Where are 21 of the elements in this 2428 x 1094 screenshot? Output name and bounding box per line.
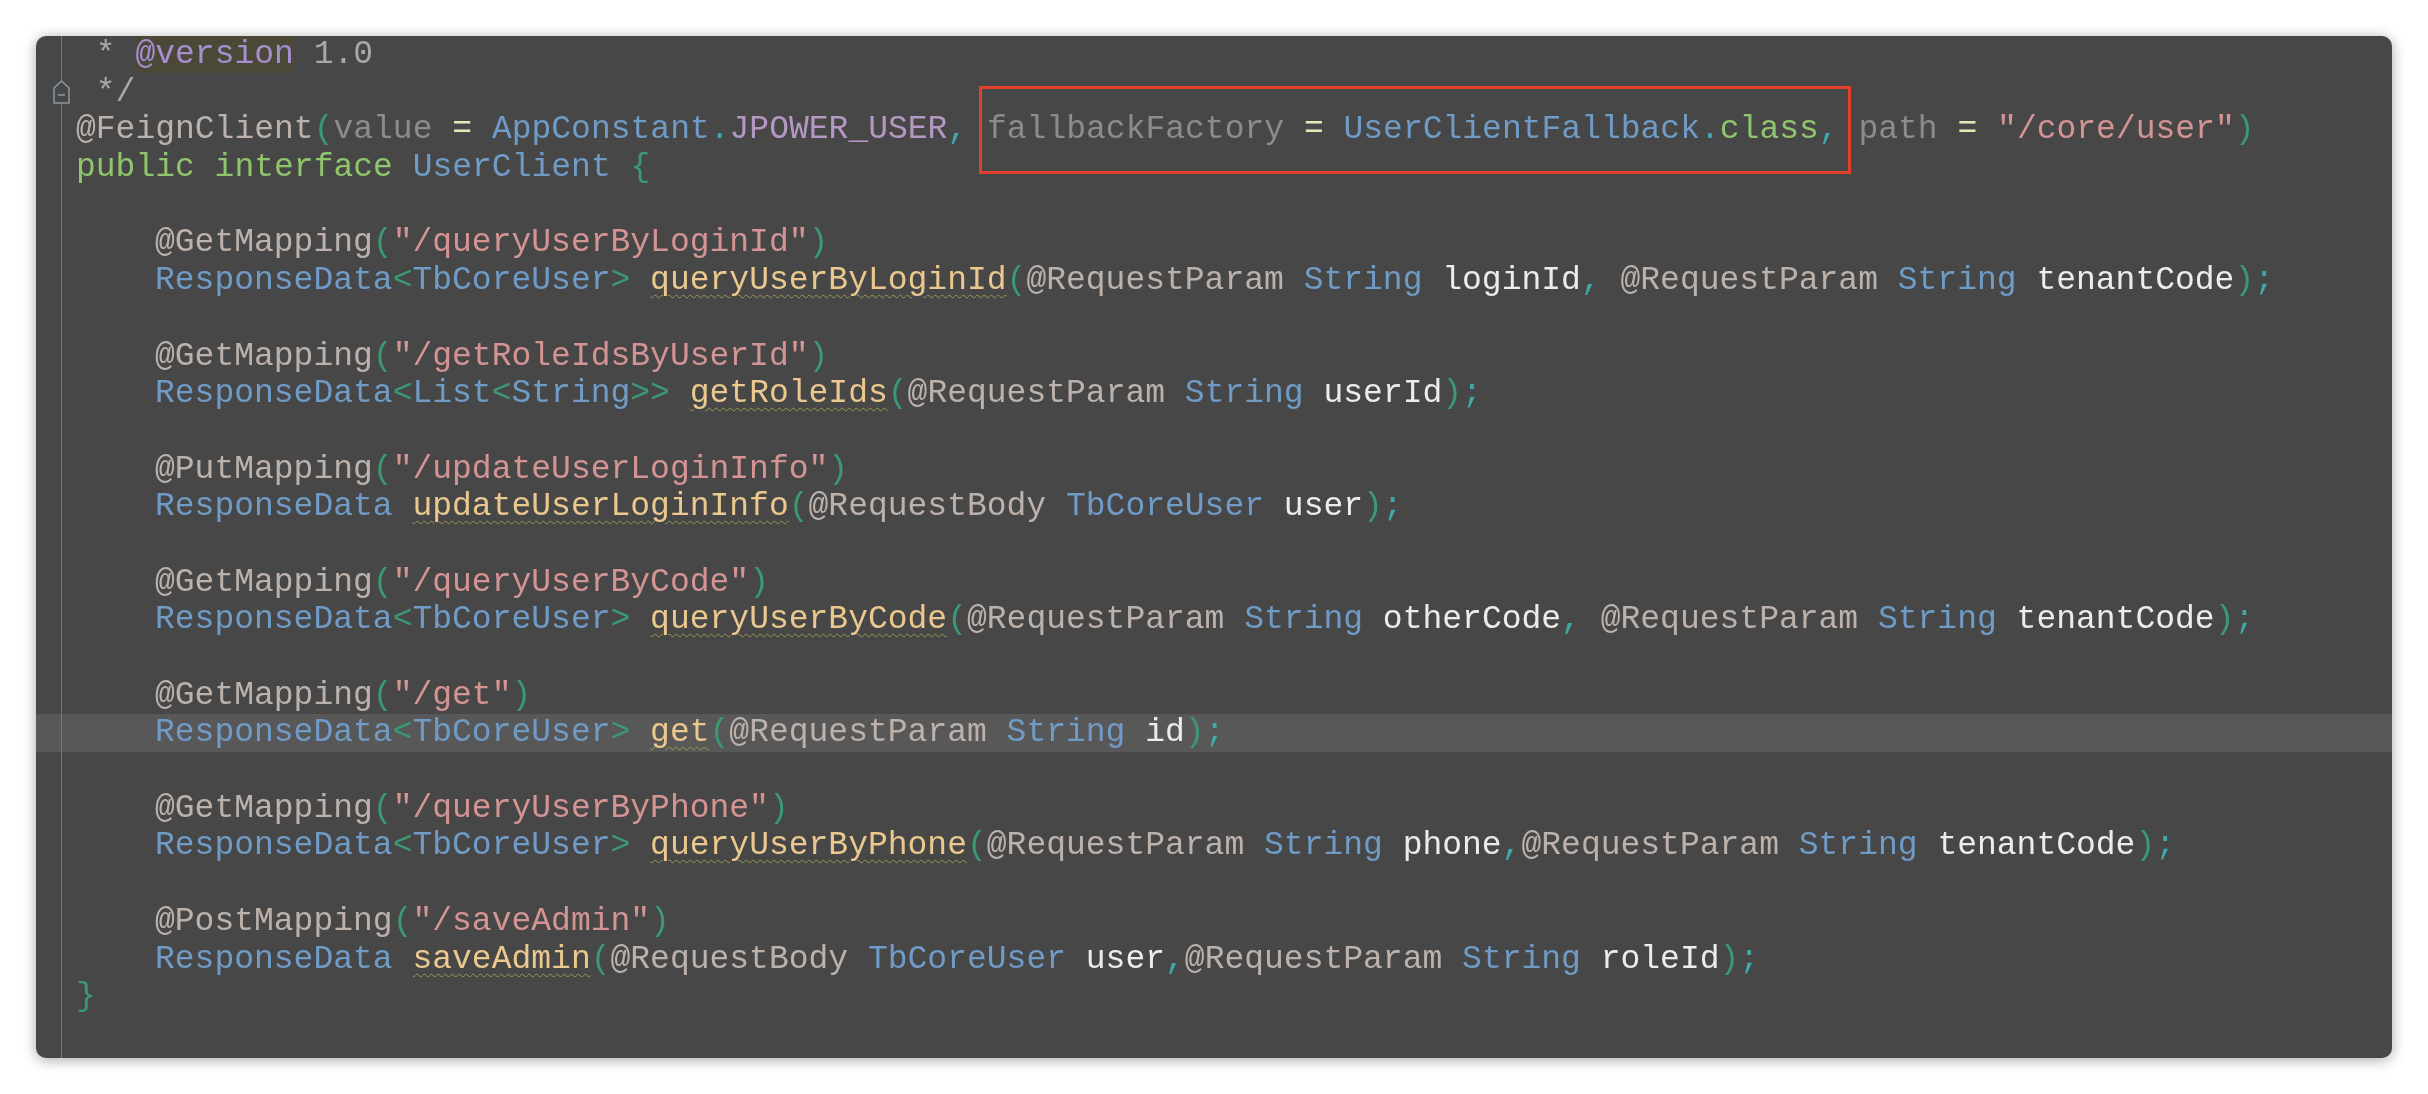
code-line: @GetMapping("/queryUserByPhone") — [154, 789, 789, 828]
code-text: path = "/core/user") — [1857, 111, 2255, 149]
code-line: @GetMapping("/get") — [154, 676, 532, 715]
code-line: ResponseData<TbCoreUser> queryUserByLoginId(@RequestParam String loginId, @RequestParam String tenantCode); — [154, 262, 2275, 300]
code-line: ResponseData<TbCoreUser> get(@RequestParam String id); — [154, 714, 1225, 753]
code-line: } — [75, 978, 96, 1016]
code-line: @GetMapping("/queryUserByLoginId") — [154, 224, 829, 263]
highlight-box: fallbackFactory = UserClientFallback.class, — [979, 86, 1851, 175]
code-line: ResponseData updateUserLoginInfo(@RequestBody TbCoreUser user); — [154, 488, 1403, 526]
code-line: @PostMapping("/saveAdmin") — [154, 902, 670, 941]
fold-marker-icon[interactable] — [53, 79, 70, 104]
code-line: public interface UserClient { — [75, 149, 651, 187]
code-line: ResponseData<TbCoreUser> queryUserByCode(@RequestParam String otherCode, @RequestParam String tenantCode); — [154, 601, 2255, 639]
code-line: */ — [94, 73, 136, 112]
code-line: @PutMapping("/updateUserLoginInfo") — [154, 450, 849, 489]
code-line: @GetMapping("/queryUserByCode") — [154, 563, 769, 602]
code-text: @FeignClient(value = AppConstant.JPOWER_USER, — [76, 111, 969, 149]
code-line: @GetMapping("/getRoleIdsByUserId") — [154, 337, 829, 376]
code-line: ResponseData<TbCoreUser> queryUserByPhone(@RequestParam String phone,@RequestParam String tenantCode); — [154, 827, 2176, 866]
code-line: ResponseData<List<String>> getRoleIds(@RequestParam String userId); — [154, 375, 1482, 413]
code-line: ResponseData saveAdmin(@RequestBody TbCoreUser user,@RequestParam String roleId); — [154, 940, 1760, 979]
